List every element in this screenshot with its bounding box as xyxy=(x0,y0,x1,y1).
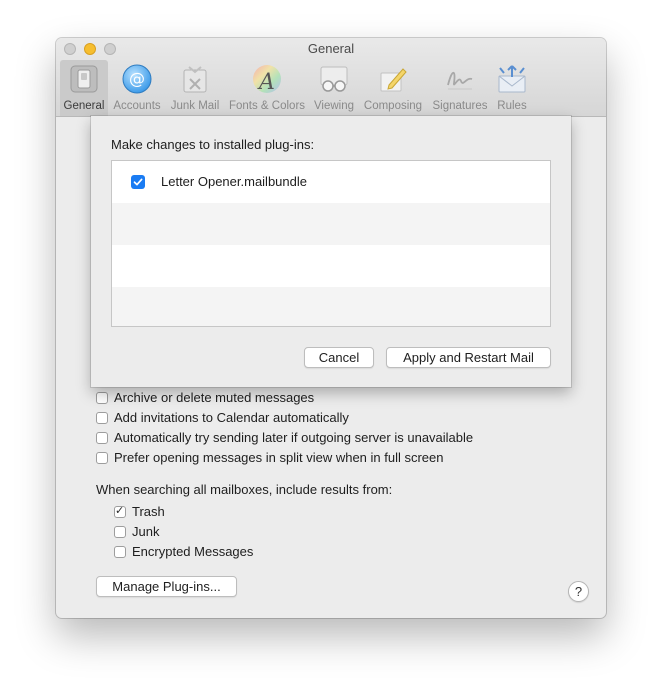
junk-trash-icon xyxy=(179,63,211,95)
option-send-later[interactable]: Automatically try sending later if outgo… xyxy=(96,430,473,445)
checkmark-icon xyxy=(133,178,143,186)
general-switch-icon xyxy=(68,63,100,95)
option-label: Junk xyxy=(132,524,160,539)
cancel-button[interactable]: Cancel xyxy=(304,347,374,368)
plugin-name: Letter Opener.mailbundle xyxy=(161,174,307,189)
toolbar-item-fonts-colors[interactable]: A Fonts & Colors xyxy=(226,60,308,116)
toolbar-label-accounts: Accounts xyxy=(113,100,161,112)
toolbar-item-viewing[interactable]: Viewing xyxy=(310,60,358,116)
search-include-junk[interactable]: Junk xyxy=(114,524,159,539)
toolbar-label-junk-mail: Junk Mail xyxy=(170,100,220,112)
checkbox-archive-muted[interactable] xyxy=(96,391,108,404)
toolbar-label-rules: Rules xyxy=(497,100,527,112)
option-label: Trash xyxy=(132,504,165,519)
checkbox-split-view[interactable] xyxy=(96,451,108,464)
checkbox-junk[interactable] xyxy=(114,525,126,538)
option-label: Add invitations to Calendar automaticall… xyxy=(114,410,349,425)
pencil-paper-icon xyxy=(377,63,409,95)
toolbar-label-composing: Composing xyxy=(363,100,423,112)
option-split-view[interactable]: Prefer opening messages in split view wh… xyxy=(96,450,444,465)
option-add-invitations[interactable]: Add invitations to Calendar automaticall… xyxy=(96,410,349,425)
checkbox-add-invitations[interactable] xyxy=(96,411,108,424)
manage-plugins-sheet: Make changes to installed plug-ins: Lett… xyxy=(91,116,571,387)
toolbar-item-rules[interactable]: Rules xyxy=(492,60,532,116)
checkbox-encrypted[interactable] xyxy=(114,545,126,558)
envelope-arrows-icon xyxy=(496,63,528,95)
glasses-icon xyxy=(318,63,350,95)
checkbox-send-later[interactable] xyxy=(96,431,108,444)
plugin-list: Letter Opener.mailbundle xyxy=(111,160,551,327)
option-archive-muted[interactable]: Archive or delete muted messages xyxy=(96,390,314,405)
toolbar-label-signatures: Signatures xyxy=(432,100,488,112)
svg-text:@: @ xyxy=(129,69,145,88)
toolbar-item-accounts[interactable]: @ Accounts xyxy=(112,60,162,116)
option-label: Encrypted Messages xyxy=(132,544,254,559)
option-label: Automatically try sending later if outgo… xyxy=(114,430,474,445)
empty-row xyxy=(112,287,550,326)
at-sign-icon: @ xyxy=(121,63,153,95)
toolbar-item-signatures[interactable]: Signatures xyxy=(430,60,490,116)
toolbar-label-fonts-colors: Fonts & Colors xyxy=(228,100,306,112)
font-color-wheel-icon: A xyxy=(251,63,283,95)
empty-row xyxy=(112,203,550,245)
toolbar-label-viewing: Viewing xyxy=(313,100,355,112)
svg-text:A: A xyxy=(257,70,275,95)
sheet-title: Make changes to installed plug-ins: xyxy=(111,137,315,152)
option-label: Prefer opening messages in split view wh… xyxy=(114,450,444,465)
toolbar-label-general: General xyxy=(63,100,105,112)
toolbar-item-general[interactable]: General xyxy=(60,60,108,116)
checkbox-trash[interactable]: ✓ xyxy=(114,504,126,518)
search-include-encrypted[interactable]: Encrypted Messages xyxy=(114,544,253,559)
apply-restart-button[interactable]: Apply and Restart Mail xyxy=(386,347,551,368)
option-label: Archive or delete muted messages xyxy=(114,390,315,405)
title-bar: General General @ Accounts Junk Mail A F… xyxy=(56,38,606,117)
toolbar-item-junk-mail[interactable]: Junk Mail xyxy=(168,60,222,116)
empty-row xyxy=(112,245,550,287)
signature-icon xyxy=(444,63,476,95)
toolbar-item-composing[interactable]: Composing xyxy=(362,60,424,116)
plugin-row[interactable]: Letter Opener.mailbundle xyxy=(112,161,550,203)
manage-plugins-button[interactable]: Manage Plug-ins... xyxy=(96,576,237,597)
plugin-checkbox[interactable] xyxy=(131,175,145,189)
help-button[interactable]: ? xyxy=(568,581,589,602)
search-include-trash[interactable]: ✓ Trash xyxy=(114,504,165,519)
checkmark-icon: ✓ xyxy=(115,504,125,517)
search-section-label: When searching all mailboxes, include re… xyxy=(96,482,393,497)
window-title: General xyxy=(307,41,355,56)
